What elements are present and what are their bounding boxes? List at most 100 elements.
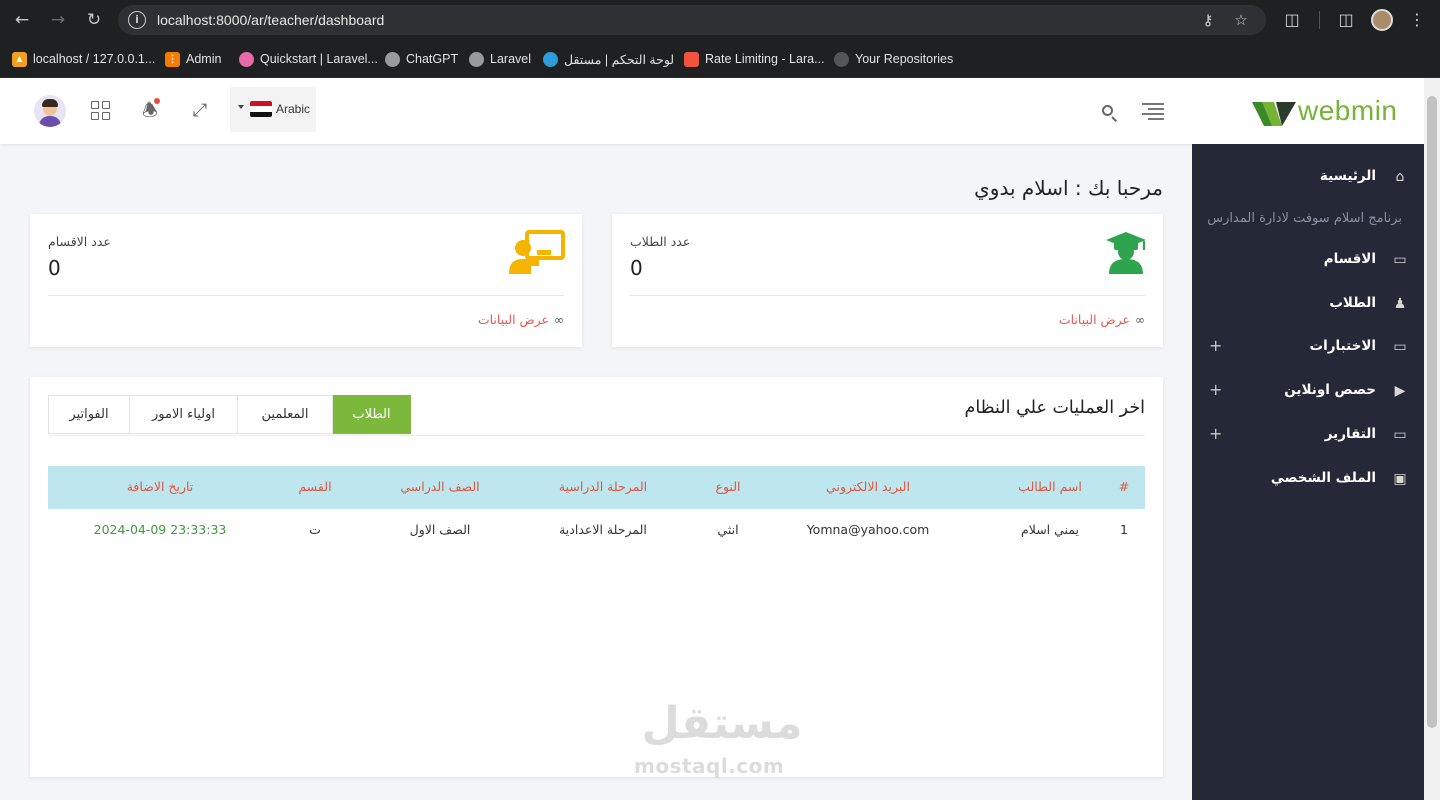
sidebar-item-students[interactable]: ♟ الطلاب <box>1192 289 1424 319</box>
sidebar-item-label: الاقسام <box>1323 251 1376 267</box>
github-icon <box>834 51 849 67</box>
address-bar[interactable]: i localhost:8000/ar/teacher/dashboard ⚷ … <box>118 5 1266 35</box>
sidebar-item-label: الاختبارات <box>1309 338 1376 354</box>
latest-operations-panel: اخر العمليات علي النظام الفواتير اولياء … <box>30 377 1163 777</box>
extensions-icon[interactable]: ◫ <box>1281 9 1303 31</box>
bookmark-rate-limiting[interactable]: Rate Limiting - Lara... <box>684 49 825 69</box>
laptop-icon: ▭ <box>1393 427 1407 443</box>
browser-toolbar: ← → ↻ i localhost:8000/ar/teacher/dashbo… <box>0 0 1440 40</box>
expand-plus-icon[interactable]: + <box>1209 424 1222 444</box>
mostaql-watermark: مستقل mostaql.com <box>632 698 812 780</box>
bookmark-admin[interactable]: ⋮ Admin <box>165 49 221 69</box>
sidebar-item-online-classes[interactable]: + ▶ حصص اونلاين <box>1192 376 1424 406</box>
hamburger-menu-icon[interactable] <box>1142 103 1164 121</box>
graduate-icon <box>1106 232 1146 274</box>
sidebar-item-reports[interactable]: + ▭ التقارير <box>1192 420 1424 450</box>
card-label: عدد الاقسام <box>48 234 111 249</box>
site-info-icon[interactable]: i <box>128 11 146 29</box>
table-row[interactable]: 1 يمني اسلام Yomna@yahoo.com انثي المرحل… <box>48 512 1145 548</box>
tab-teachers[interactable]: المعلمين <box>238 395 333 434</box>
card-divider <box>630 295 1145 296</box>
search-icon[interactable] <box>1100 103 1118 122</box>
phpmyadmin-icon: ▲ <box>12 51 27 67</box>
bookmark-mostaql[interactable]: لوحة التحكم | مستقل <box>543 49 674 69</box>
tab-parents[interactable]: اولياء الامور <box>130 395 238 434</box>
bookmark-label: Quickstart | Laravel... <box>260 52 378 66</box>
address-url[interactable]: localhost:8000/ar/teacher/dashboard <box>157 12 384 28</box>
cell-date-added: 2024-04-09 23:33:33 <box>93 522 227 537</box>
sidebar-item-home[interactable]: ⌂ الرئيسية <box>1192 162 1424 192</box>
bookmark-label: localhost / 127.0.0.1... <box>33 52 156 66</box>
bookmark-quickstart[interactable]: Quickstart | Laravel... <box>239 49 378 69</box>
logo-mark-icon <box>1252 102 1296 126</box>
sidebar-item-label: الرئيسية <box>1319 168 1376 184</box>
expand-plus-icon[interactable]: + <box>1209 336 1222 356</box>
view-sections-link[interactable]: ∞ عرض البيانات <box>478 312 564 327</box>
cell-gender: انثي <box>717 522 739 537</box>
laptop-icon: ▭ <box>1393 339 1407 355</box>
sidebar-item-label: الملف الشخصي <box>1270 470 1376 486</box>
caret-down-icon <box>238 105 244 109</box>
card-label: عدد الطلاب <box>630 234 691 249</box>
bookmark-laravel[interactable]: Laravel <box>469 49 531 69</box>
video-icon: ▶ <box>1394 383 1406 399</box>
bookmark-label: Admin <box>186 52 222 66</box>
toolbar-divider <box>1319 11 1320 29</box>
col-date-added: تاريخ الاضافة <box>126 479 194 494</box>
webmin-logo[interactable]: webmin <box>1252 95 1408 131</box>
cell-student-name: يمني اسلام <box>1020 522 1080 537</box>
kebab-menu-icon[interactable]: ⋮ <box>1406 9 1428 31</box>
bookmark-chatgpt[interactable]: ChatGPT <box>385 49 458 69</box>
bookmark-label: Rate Limiting - Lara... <box>705 52 825 66</box>
table-header: # اسم الطالب البريد الالكتروني النوع الم… <box>48 466 1145 509</box>
sidebar-item-profile[interactable]: ▣ الملف الشخصي <box>1192 464 1424 494</box>
col-stage: المرحلة الدراسية <box>558 479 648 494</box>
user-avatar[interactable] <box>34 95 66 127</box>
side-panel-icon[interactable]: ◫ <box>1335 9 1357 31</box>
livewire-icon <box>239 51 254 67</box>
reload-icon[interactable]: ↻ <box>81 8 107 32</box>
language-selector[interactable]: Arabic <box>230 87 316 132</box>
sidebar-item-sections[interactable]: ▭ الاقسام <box>1192 245 1424 275</box>
watermark-arabic: مستقل <box>641 698 803 749</box>
xampp-icon: ⋮ <box>165 51 180 67</box>
back-arrow-icon[interactable]: ← <box>9 8 35 32</box>
forward-arrow-icon[interactable]: → <box>45 8 71 32</box>
operations-tabs: الفواتير اولياء الامور المعلمين الطلاب <box>48 395 411 434</box>
card-value: 0 <box>48 256 61 280</box>
bookmark-github[interactable]: Your Repositories <box>834 49 953 69</box>
tab-students[interactable]: الطلاب <box>333 395 411 434</box>
id-card-icon: ▣ <box>1393 471 1407 487</box>
panel-title: اخر العمليات علي النظام <box>964 398 1145 418</box>
binoculars-icon: ∞ <box>1135 312 1145 327</box>
home-icon: ⌂ <box>1395 169 1405 185</box>
tab-invoices[interactable]: الفواتير <box>48 395 130 434</box>
app-header: 🕭 ⤢ Arabic webmin <box>0 78 1424 144</box>
bookmark-star-icon[interactable]: ☆ <box>1231 11 1251 29</box>
expand-plus-icon[interactable]: + <box>1209 380 1222 400</box>
avatar-hair <box>42 99 58 107</box>
binoculars-icon: ∞ <box>554 312 564 327</box>
profile-avatar[interactable] <box>1371 9 1393 31</box>
link-label: عرض البيانات <box>477 312 549 327</box>
sidebar: ⌂ الرئيسية برنامج اسلام سوفت لادارة المد… <box>1192 144 1424 800</box>
sidebar-caption: برنامج اسلام سوفت لادارة المدارس <box>1207 211 1402 226</box>
col-index: # <box>1118 479 1130 494</box>
sidebar-item-exams[interactable]: + ▭ الاختبارات <box>1192 332 1424 362</box>
card-value: 0 <box>630 256 643 280</box>
col-grade: الصف الدراسي <box>400 479 480 494</box>
fullscreen-icon[interactable]: ⤢ <box>189 100 211 122</box>
apps-grid-icon[interactable] <box>91 101 110 120</box>
card-divider <box>48 295 564 296</box>
bookmark-phpmyadmin[interactable]: ▲ localhost / 127.0.0.1... <box>12 49 155 69</box>
laptop-icon: ▭ <box>1393 252 1407 268</box>
scrollbar-thumb[interactable] <box>1427 96 1437 728</box>
col-gender: النوع <box>715 479 741 494</box>
sidebar-item-label: حصص اونلاين <box>1284 382 1376 398</box>
view-students-link[interactable]: ∞ عرض البيانات <box>1059 312 1145 327</box>
sidebar-item-label: الطلاب <box>1329 295 1376 311</box>
laravel-icon <box>684 51 699 67</box>
col-section: القسم <box>298 479 332 494</box>
password-key-icon[interactable]: ⚷ <box>1198 11 1218 29</box>
cell-section: ت <box>309 522 321 537</box>
